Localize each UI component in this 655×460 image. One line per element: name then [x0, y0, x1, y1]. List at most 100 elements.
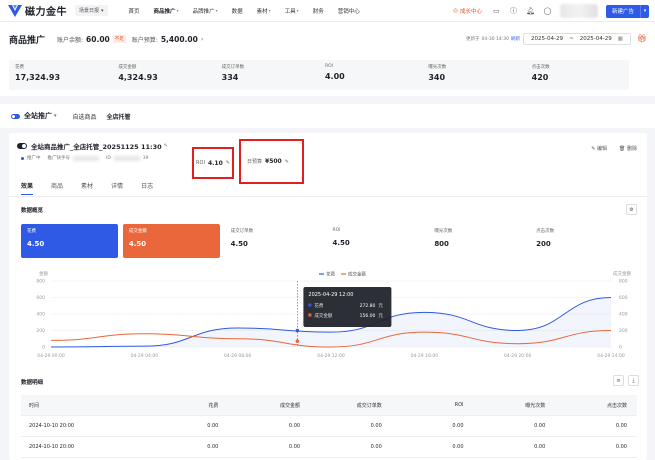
tooltip-name: 花费	[314, 302, 323, 309]
trash-icon: 🗑︎	[619, 146, 627, 152]
account-selector[interactable]: 场景日报 ▾	[75, 5, 108, 16]
nav-item-6[interactable]: 财务	[306, 0, 331, 22]
column-settings-button[interactable]: ≡	[613, 375, 624, 386]
campaign-toggle[interactable]	[17, 143, 27, 149]
edit-roi-icon[interactable]: ✎	[226, 160, 230, 166]
tab-self-selected-products[interactable]: 自选商品	[73, 112, 97, 121]
kpi-card-1[interactable]: 成交金额 4.50	[122, 224, 220, 258]
chevron-down-icon: ▾	[296, 8, 299, 13]
new-ad-dropdown-icon[interactable]: ▾	[640, 4, 649, 18]
legend-label-1: 成交金额	[348, 271, 366, 278]
tooltip-title: 2025-04-29 12:00	[308, 292, 353, 298]
mode-selector[interactable]: 全站推广	[24, 111, 52, 121]
account-icon[interactable]: ◯	[543, 7, 552, 16]
table-cell: 0.00	[534, 444, 546, 450]
logo[interactable]: 磁力金牛	[8, 3, 67, 18]
nav-item-7[interactable]: 营销中心	[331, 0, 367, 22]
chevron-down-icon: ▾	[268, 8, 271, 13]
kpi-value: 4.50	[332, 239, 350, 247]
table-cell: 0.00	[207, 423, 219, 429]
kpi-card-2[interactable]: 成交订单数 4.50	[224, 224, 322, 258]
mode-toggle-icon[interactable]	[11, 113, 20, 119]
nav-item-3[interactable]: 数据	[225, 0, 250, 22]
column-header[interactable]: 花费	[147, 402, 229, 409]
user-avatar[interactable]	[559, 4, 598, 18]
metric-value: 17,324.93	[15, 73, 61, 82]
kuaishou-account-label: 推广快手号	[47, 156, 71, 161]
logo-icon	[8, 4, 22, 17]
kpi-value: 200	[536, 240, 551, 248]
bell-icon[interactable]: 🔔︎	[526, 7, 535, 16]
metric-label: 点击次数	[531, 65, 550, 70]
table-cell: 0.00	[370, 423, 382, 429]
tab-full-store-hosting[interactable]: 全店托管	[107, 112, 131, 121]
kpi-card-4[interactable]: 曝光次数 800	[428, 224, 526, 258]
chevron-right-icon[interactable]: ›	[201, 36, 203, 43]
nav-item-label: 数据	[231, 8, 243, 15]
kpi-value: 4.50	[27, 240, 45, 248]
id-label: ID	[106, 155, 111, 161]
overview-title: 数据概览	[21, 208, 44, 214]
main-nav: 首页 商品推广 ▾ 品牌推广 ▾ 数据 素材 ▾ 工具 ▾ 财务 营销中心	[122, 0, 367, 22]
x-tick: 04-29 12:00	[317, 353, 345, 359]
edit-label: 编辑	[597, 146, 608, 152]
column-header[interactable]: ROI	[392, 402, 474, 408]
nav-item-1[interactable]: 商品推广 ▾	[147, 0, 186, 22]
edit-button[interactable]: ✎ 编辑	[591, 145, 607, 152]
budget-label: 账户预算:	[131, 36, 158, 44]
refresh-link[interactable]: 刷新	[511, 36, 520, 42]
daily-budget: 日预算 ¥500 ✎	[239, 139, 304, 184]
table-cell: 2024-10-10 20:00	[29, 444, 75, 450]
kpi-label: 点击次数	[536, 229, 555, 234]
document-icon[interactable]: ▭	[492, 7, 501, 16]
table-cell: 2024-10-10 20:00	[29, 423, 75, 429]
metric-3: ROI 4.00	[319, 60, 422, 90]
content-tab-0[interactable]: 效果	[21, 181, 34, 195]
customize-metrics-button[interactable]: ⚙︎	[626, 204, 637, 215]
content-tab-2[interactable]: 素材	[81, 181, 93, 190]
trend-chart-svg: 金额 成交金额800 800600 600400 400200 2000 004-29 00…	[36, 270, 631, 359]
gift-icon[interactable]: 🎁︎	[637, 34, 647, 44]
updated-time: 04-30 14:30	[481, 36, 509, 42]
nav-item-0[interactable]: 首页	[122, 0, 147, 22]
x-tick: 04-29 20:00	[504, 353, 532, 359]
growth-center-link[interactable]: ◎ 成长中心	[453, 7, 482, 15]
campaign-id-suffix: 39	[142, 155, 149, 161]
nav-item-4[interactable]: 素材 ▾	[250, 0, 278, 22]
delete-button[interactable]: 🗑︎ 删除	[619, 145, 637, 152]
table-cell: 0.00	[288, 444, 301, 450]
kpi-value: 800	[434, 240, 449, 248]
edit-budget-icon[interactable]: ✎	[285, 159, 289, 165]
table-cell: 0.00	[452, 423, 464, 429]
legend-label-0: 花费	[326, 271, 335, 278]
edit-name-icon[interactable]: ✎	[164, 143, 168, 149]
column-header[interactable]: 成交金额	[228, 402, 310, 409]
chevron-down-icon[interactable]: ▾	[54, 113, 57, 119]
metric-label: 成交金额	[118, 65, 137, 70]
download-button[interactable]: ⤓	[628, 375, 639, 386]
column-header[interactable]: 点击次数	[555, 402, 637, 409]
kpi-value: 4.50	[230, 240, 248, 248]
content-tab-4[interactable]: 日志	[141, 181, 153, 190]
nav-item-5[interactable]: 工具 ▾	[278, 0, 306, 22]
campaign-status: 推广中	[27, 156, 41, 161]
content-tab-1[interactable]: 商品	[51, 181, 63, 190]
column-header[interactable]: 成交订单数	[310, 402, 392, 409]
content-tab-3[interactable]: 详情	[111, 181, 123, 190]
help-icon[interactable]: ⓘ	[509, 7, 518, 16]
new-ad-button[interactable]: 新建广告	[605, 4, 640, 18]
metric-5: 点击次数 420	[526, 60, 629, 90]
column-header[interactable]: 曝光次数	[474, 402, 556, 409]
kpi-card-5[interactable]: 点击次数 200	[530, 224, 627, 258]
date-range-picker[interactable]: 2025-04-29 ~ 2025-04-29 ▦	[523, 33, 631, 45]
kpi-card-3[interactable]: ROI 4.50	[326, 224, 424, 258]
hover-point-1	[295, 339, 300, 344]
column-header[interactable]: 时间	[21, 402, 147, 409]
nav-item-2[interactable]: 品牌推广 ▾	[186, 0, 225, 22]
daily-budget-label: 日预算	[247, 159, 263, 165]
update-info: 更新于 04-30 14:30 刷新	[466, 36, 520, 43]
kpi-label: 曝光次数	[434, 229, 453, 234]
calendar-icon: ▦	[617, 36, 623, 42]
tooltip-swatch	[308, 313, 312, 317]
kpi-card-0[interactable]: 花费 4.50	[21, 224, 118, 258]
